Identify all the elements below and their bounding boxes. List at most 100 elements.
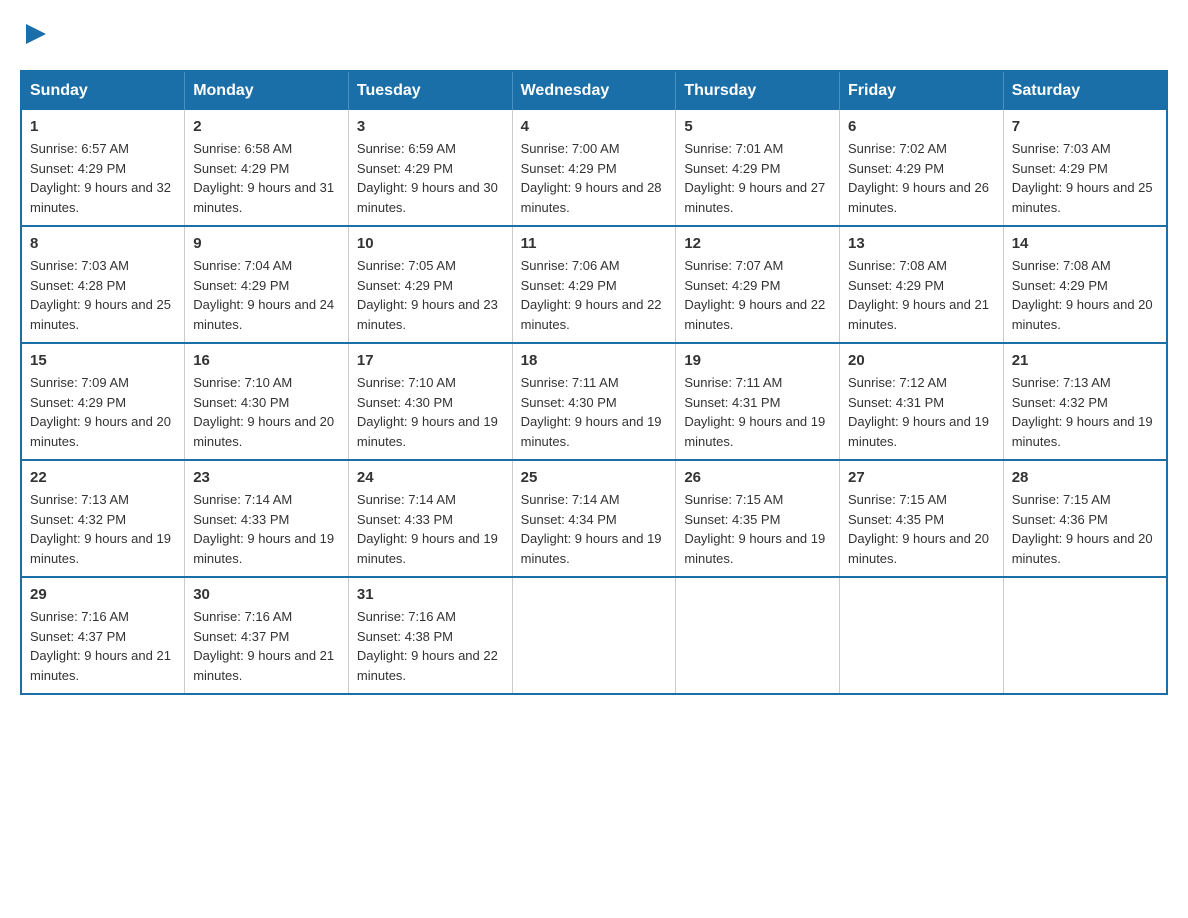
day-info: Sunrise: 7:03 AM Sunset: 4:28 PM Dayligh…: [30, 256, 176, 334]
day-number: 1: [30, 118, 176, 135]
day-number: 27: [848, 469, 995, 486]
calendar-cell: 7 Sunrise: 7:03 AM Sunset: 4:29 PM Dayli…: [1003, 110, 1167, 226]
calendar-cell: 26 Sunrise: 7:15 AM Sunset: 4:35 PM Dayl…: [676, 460, 840, 577]
day-info: Sunrise: 7:11 AM Sunset: 4:30 PM Dayligh…: [521, 373, 668, 451]
sunrise-label: Sunrise: 6:59 AM: [357, 141, 456, 156]
sunrise-label: Sunrise: 7:16 AM: [30, 609, 129, 624]
sunrise-label: Sunrise: 6:58 AM: [193, 141, 292, 156]
daylight-label: Daylight: 9 hours and 19 minutes.: [357, 414, 498, 449]
day-info: Sunrise: 7:09 AM Sunset: 4:29 PM Dayligh…: [30, 373, 176, 451]
sunset-label: Sunset: 4:36 PM: [1012, 512, 1108, 527]
day-header-saturday: Saturday: [1003, 71, 1167, 110]
daylight-label: Daylight: 9 hours and 19 minutes.: [521, 531, 662, 566]
sunset-label: Sunset: 4:33 PM: [193, 512, 289, 527]
calendar-cell: 8 Sunrise: 7:03 AM Sunset: 4:28 PM Dayli…: [21, 226, 185, 343]
sunset-label: Sunset: 4:33 PM: [357, 512, 453, 527]
day-number: 7: [1012, 118, 1158, 135]
sunrise-label: Sunrise: 7:08 AM: [1012, 258, 1111, 273]
day-number: 20: [848, 352, 995, 369]
daylight-label: Daylight: 9 hours and 30 minutes.: [357, 180, 498, 215]
sunset-label: Sunset: 4:37 PM: [193, 629, 289, 644]
calendar-cell: 25 Sunrise: 7:14 AM Sunset: 4:34 PM Dayl…: [512, 460, 676, 577]
calendar-cell: 31 Sunrise: 7:16 AM Sunset: 4:38 PM Dayl…: [348, 577, 512, 694]
calendar-cell: 10 Sunrise: 7:05 AM Sunset: 4:29 PM Dayl…: [348, 226, 512, 343]
day-info: Sunrise: 6:59 AM Sunset: 4:29 PM Dayligh…: [357, 139, 504, 217]
sunrise-label: Sunrise: 7:15 AM: [1012, 492, 1111, 507]
sunset-label: Sunset: 4:34 PM: [521, 512, 617, 527]
day-number: 17: [357, 352, 504, 369]
day-info: Sunrise: 7:15 AM Sunset: 4:36 PM Dayligh…: [1012, 490, 1158, 568]
day-number: 21: [1012, 352, 1158, 369]
day-number: 29: [30, 586, 176, 603]
daylight-label: Daylight: 9 hours and 20 minutes.: [1012, 531, 1153, 566]
day-info: Sunrise: 7:03 AM Sunset: 4:29 PM Dayligh…: [1012, 139, 1158, 217]
sunrise-label: Sunrise: 7:02 AM: [848, 141, 947, 156]
sunrise-label: Sunrise: 7:03 AM: [1012, 141, 1111, 156]
daylight-label: Daylight: 9 hours and 21 minutes.: [193, 648, 334, 683]
sunset-label: Sunset: 4:35 PM: [684, 512, 780, 527]
day-info: Sunrise: 7:05 AM Sunset: 4:29 PM Dayligh…: [357, 256, 504, 334]
calendar-cell: 24 Sunrise: 7:14 AM Sunset: 4:33 PM Dayl…: [348, 460, 512, 577]
calendar-week-row: 8 Sunrise: 7:03 AM Sunset: 4:28 PM Dayli…: [21, 226, 1167, 343]
daylight-label: Daylight: 9 hours and 19 minutes.: [521, 414, 662, 449]
calendar-cell: [676, 577, 840, 694]
calendar-cell: 5 Sunrise: 7:01 AM Sunset: 4:29 PM Dayli…: [676, 110, 840, 226]
day-info: Sunrise: 7:08 AM Sunset: 4:29 PM Dayligh…: [848, 256, 995, 334]
sunrise-label: Sunrise: 7:14 AM: [357, 492, 456, 507]
day-number: 23: [193, 469, 340, 486]
calendar-table: SundayMondayTuesdayWednesdayThursdayFrid…: [20, 70, 1168, 695]
sunrise-label: Sunrise: 7:03 AM: [30, 258, 129, 273]
calendar-cell: 13 Sunrise: 7:08 AM Sunset: 4:29 PM Dayl…: [840, 226, 1004, 343]
sunset-label: Sunset: 4:30 PM: [521, 395, 617, 410]
sunrise-label: Sunrise: 7:00 AM: [521, 141, 620, 156]
calendar-cell: 30 Sunrise: 7:16 AM Sunset: 4:37 PM Dayl…: [185, 577, 349, 694]
day-info: Sunrise: 7:10 AM Sunset: 4:30 PM Dayligh…: [193, 373, 340, 451]
daylight-label: Daylight: 9 hours and 25 minutes.: [30, 297, 171, 332]
calendar-cell: [1003, 577, 1167, 694]
sunset-label: Sunset: 4:29 PM: [30, 395, 126, 410]
sunrise-label: Sunrise: 7:15 AM: [848, 492, 947, 507]
calendar-cell: 4 Sunrise: 7:00 AM Sunset: 4:29 PM Dayli…: [512, 110, 676, 226]
day-info: Sunrise: 7:12 AM Sunset: 4:31 PM Dayligh…: [848, 373, 995, 451]
sunset-label: Sunset: 4:28 PM: [30, 278, 126, 293]
sunset-label: Sunset: 4:30 PM: [357, 395, 453, 410]
sunset-label: Sunset: 4:29 PM: [30, 161, 126, 176]
day-number: 24: [357, 469, 504, 486]
calendar-week-row: 29 Sunrise: 7:16 AM Sunset: 4:37 PM Dayl…: [21, 577, 1167, 694]
day-number: 3: [357, 118, 504, 135]
daylight-label: Daylight: 9 hours and 19 minutes.: [1012, 414, 1153, 449]
daylight-label: Daylight: 9 hours and 28 minutes.: [521, 180, 662, 215]
calendar-cell: 15 Sunrise: 7:09 AM Sunset: 4:29 PM Dayl…: [21, 343, 185, 460]
calendar-cell: 3 Sunrise: 6:59 AM Sunset: 4:29 PM Dayli…: [348, 110, 512, 226]
day-number: 6: [848, 118, 995, 135]
calendar-cell: 20 Sunrise: 7:12 AM Sunset: 4:31 PM Dayl…: [840, 343, 1004, 460]
day-info: Sunrise: 7:07 AM Sunset: 4:29 PM Dayligh…: [684, 256, 831, 334]
day-number: 31: [357, 586, 504, 603]
day-info: Sunrise: 7:14 AM Sunset: 4:34 PM Dayligh…: [521, 490, 668, 568]
sunset-label: Sunset: 4:30 PM: [193, 395, 289, 410]
calendar-cell: 1 Sunrise: 6:57 AM Sunset: 4:29 PM Dayli…: [21, 110, 185, 226]
day-number: 2: [193, 118, 340, 135]
calendar-cell: 14 Sunrise: 7:08 AM Sunset: 4:29 PM Dayl…: [1003, 226, 1167, 343]
sunset-label: Sunset: 4:29 PM: [848, 161, 944, 176]
daylight-label: Daylight: 9 hours and 21 minutes.: [848, 297, 989, 332]
sunrise-label: Sunrise: 7:13 AM: [30, 492, 129, 507]
sunrise-label: Sunrise: 7:06 AM: [521, 258, 620, 273]
day-header-thursday: Thursday: [676, 71, 840, 110]
daylight-label: Daylight: 9 hours and 19 minutes.: [357, 531, 498, 566]
logo-arrow-icon: [22, 20, 50, 48]
daylight-label: Daylight: 9 hours and 21 minutes.: [30, 648, 171, 683]
day-info: Sunrise: 7:13 AM Sunset: 4:32 PM Dayligh…: [30, 490, 176, 568]
sunrise-label: Sunrise: 7:11 AM: [521, 375, 619, 390]
day-header-wednesday: Wednesday: [512, 71, 676, 110]
logo: [20, 20, 50, 50]
sunset-label: Sunset: 4:29 PM: [684, 278, 780, 293]
day-number: 16: [193, 352, 340, 369]
sunrise-label: Sunrise: 7:16 AM: [357, 609, 456, 624]
sunrise-label: Sunrise: 7:11 AM: [684, 375, 782, 390]
daylight-label: Daylight: 9 hours and 20 minutes.: [1012, 297, 1153, 332]
day-info: Sunrise: 7:06 AM Sunset: 4:29 PM Dayligh…: [521, 256, 668, 334]
daylight-label: Daylight: 9 hours and 26 minutes.: [848, 180, 989, 215]
day-number: 15: [30, 352, 176, 369]
sunrise-label: Sunrise: 6:57 AM: [30, 141, 129, 156]
